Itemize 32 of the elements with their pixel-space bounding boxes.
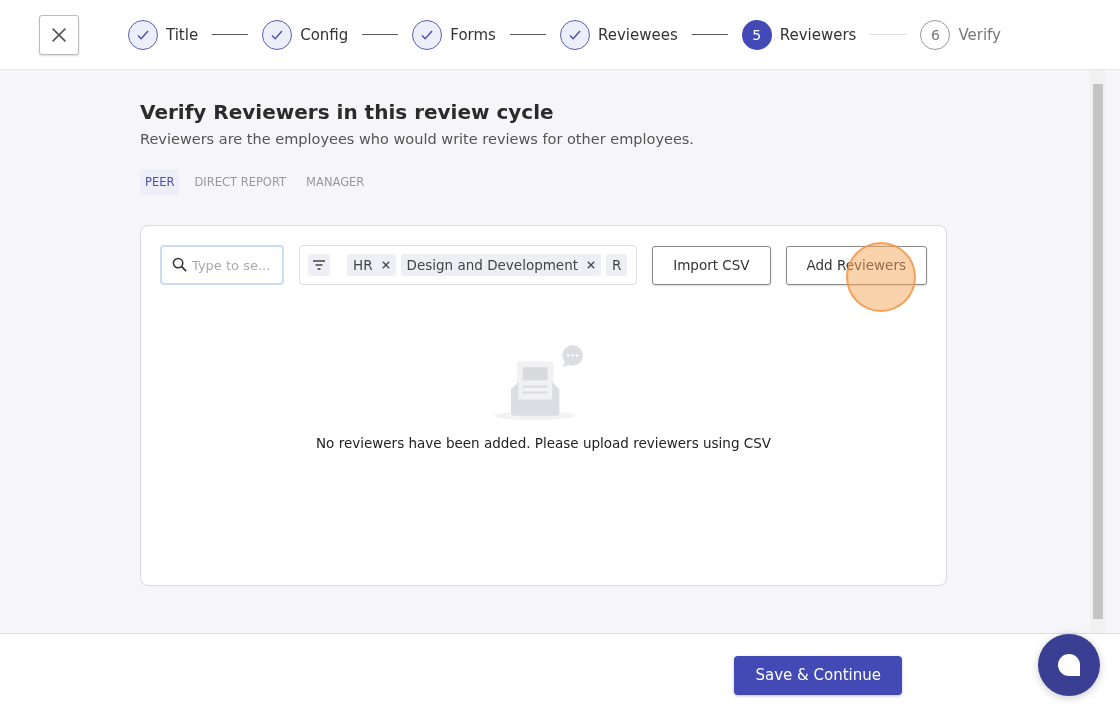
chip-label: R	[612, 257, 622, 273]
chip-label: Design and Development	[406, 257, 579, 273]
filter-chip[interactable]: R	[606, 254, 628, 276]
save-continue-button[interactable]: Save & Continue	[734, 655, 902, 695]
close-icon[interactable]	[381, 261, 390, 269]
search-icon	[172, 257, 187, 272]
close-icon	[51, 26, 67, 43]
close-icon[interactable]	[587, 261, 596, 269]
step-number: 6	[930, 26, 940, 43]
filter-chip[interactable]: Design and Development	[400, 254, 602, 276]
chat-button[interactable]	[1038, 634, 1100, 696]
scrollbar-thumb[interactable]	[1093, 84, 1103, 619]
close-button[interactable]	[39, 14, 79, 55]
step-label[interactable]: Reviewees	[597, 25, 678, 44]
chip-label: HR	[353, 257, 373, 273]
tab[interactable]: PEER	[140, 169, 180, 195]
step-label[interactable]: Forms	[450, 25, 496, 44]
filter-icon[interactable]	[308, 254, 330, 276]
import-csv-button[interactable]: Import CSV	[652, 245, 771, 285]
step-label[interactable]: Config	[300, 25, 349, 44]
search-field[interactable]: Type to se...	[160, 245, 284, 285]
empty-state-message: No reviewers have been added. Please upload reviewers using CSV	[316, 435, 771, 451]
chat-bubble-icon	[1057, 653, 1081, 677]
page-title: Verify Reviewers in this review cycle	[140, 100, 555, 124]
step-number: 5	[752, 26, 762, 43]
filter-chip[interactable]: HR	[347, 254, 396, 276]
step-label[interactable]: Reviewers	[779, 25, 857, 44]
step-label[interactable]: Verify	[958, 25, 1001, 44]
step-label[interactable]: Title	[166, 25, 199, 44]
filter-field[interactable]: HR Design and Development R	[299, 245, 638, 285]
page-description: Reviewers are the employees who would write reviews for other employees.	[140, 131, 695, 147]
add-reviewers-button[interactable]: Add Reviewers	[785, 245, 927, 285]
